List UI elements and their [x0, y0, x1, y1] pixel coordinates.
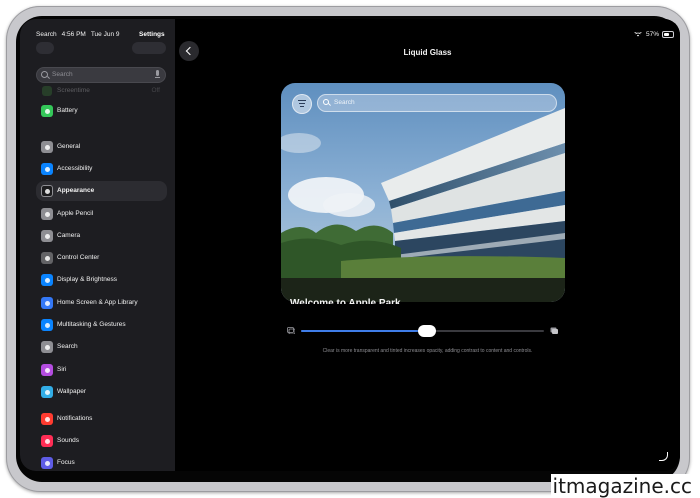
battery-percentage: 57% [645, 31, 659, 39]
focus-icon [41, 457, 53, 469]
edit-button[interactable] [132, 42, 166, 54]
sidebar-item-accessibility[interactable]: Accessibility [36, 159, 167, 179]
sidebar-item-notifications[interactable]: Notifications [36, 409, 167, 429]
sidebar-item-sounds[interactable]: Sounds [36, 431, 167, 451]
accessibility-icon [41, 163, 53, 175]
sidebar-item-label: Home Screen & App Library [57, 299, 138, 306]
search-icon [41, 71, 48, 78]
sidebar-item-label: Accessibility [57, 165, 93, 172]
home-screen-icon [41, 297, 53, 309]
status-time: 4:56 PM [61, 31, 86, 38]
sidebar-item-faded[interactable]: Screentime Off [36, 85, 166, 97]
sidebar-item-label: Apple Pencil [57, 210, 94, 217]
sidebar-item-label: Display & Brightness [57, 276, 117, 283]
sidebar-item-wallpaper[interactable]: Wallpaper [36, 382, 167, 402]
pencil-icon [41, 208, 53, 220]
sidebar-item-label: Search [57, 343, 78, 350]
sidebar-item-label: Battery [57, 107, 78, 114]
multitasking-icon [41, 319, 53, 331]
camera-icon [41, 230, 53, 242]
sidebar-item-value: Off [151, 87, 160, 94]
sidebar-item-focus[interactable]: Focus [36, 453, 167, 471]
sidebar-item-battery[interactable]: Battery [36, 101, 167, 121]
sidebar-item-camera[interactable]: Camera [36, 226, 167, 246]
sidebar-item-label: General [57, 143, 81, 150]
sidebar-search-input[interactable]: Search [36, 67, 166, 83]
detail-pane: Liquid Glass 57% Search Welcome to Apple… [175, 19, 680, 471]
sidebar-item-appearance[interactable]: Appearance [36, 181, 167, 201]
sidebar-item-home-screen-app-library[interactable]: Home Screen & App Library [36, 293, 167, 313]
preview-search-field[interactable]: Search [317, 94, 557, 112]
sidebar-item-label: Wallpaper [57, 388, 87, 395]
status-bar-left: Search 4:56 PM Tue Jun 9 [36, 31, 125, 38]
microphone-icon[interactable] [155, 70, 160, 78]
sidebar-item-label: Multitasking & Gestures [57, 321, 126, 328]
sidebar-toggle-button[interactable] [36, 42, 54, 54]
appearance-icon [41, 185, 53, 197]
sidebar-item-label: Sounds [57, 437, 80, 444]
slider-thumb[interactable] [418, 325, 437, 337]
sidebar-item-display-brightness[interactable]: Display & Brightness [36, 270, 167, 290]
sidebar-item-label: Siri [57, 366, 67, 373]
sounds-icon [41, 435, 53, 447]
sidebar-item-search[interactable]: Search [36, 337, 167, 357]
control-center-icon [41, 252, 53, 264]
sidebar-title: Settings [139, 31, 165, 38]
status-signal: Search [36, 31, 57, 38]
sidebar-top-controls [36, 42, 166, 56]
clear-glass-icon [287, 327, 295, 334]
brightness-icon [41, 274, 53, 286]
page-title: Liquid Glass [403, 48, 452, 57]
wallpaper-icon [41, 386, 53, 398]
sidebar-item-control-center[interactable]: Control Center [36, 248, 167, 268]
battery-icon [662, 31, 674, 38]
sidebar-item-multitasking-gestures[interactable]: Multitasking & Gestures [36, 315, 167, 335]
tinted-glass-icon [550, 327, 558, 334]
settings-sidebar: Search 4:56 PM Tue Jun 9 Settings Search S… [20, 19, 175, 471]
resize-corner-indicator [659, 452, 668, 461]
watermark: itmagazine.cc [550, 474, 694, 498]
sidebar-item-siri[interactable]: Siri [36, 360, 167, 380]
gear-icon [41, 141, 53, 153]
search-icon [41, 341, 53, 353]
slider-description: Clear is more transparent and tinted inc… [322, 348, 533, 354]
siri-icon [41, 364, 53, 376]
sidebar-item-label: Focus [57, 459, 75, 466]
sidebar-item-label: Appearance [57, 187, 95, 194]
status-bar-right: 57% [634, 31, 674, 38]
slider-fill [301, 330, 428, 332]
sidebar-item-label: Control Center [57, 254, 100, 261]
apple-park-photo [281, 83, 565, 302]
sidebar-item-label: Notifications [57, 415, 93, 422]
sidebar-item-general[interactable]: General [36, 137, 167, 157]
wifi-icon [634, 32, 642, 37]
sidebar-item-label: Camera [57, 232, 81, 239]
search-icon [323, 99, 329, 105]
liquid-glass-preview: Search [281, 83, 565, 302]
preview-search-placeholder: Search [334, 99, 355, 106]
filter-button[interactable] [292, 94, 312, 114]
ipad-screen: Search 4:56 PM Tue Jun 9 Settings Search S… [20, 19, 680, 471]
status-date: Tue Jun 9 [90, 31, 120, 38]
screentime-icon [42, 86, 52, 96]
sidebar-item-apple-pencil[interactable]: Apple Pencil [36, 204, 167, 224]
notifications-icon [41, 413, 53, 425]
glass-opacity-slider[interactable] [285, 324, 560, 338]
sidebar-item-label: Screentime [57, 87, 90, 94]
preview-caption: Welcome to Apple Park [290, 298, 401, 304]
battery-icon [41, 105, 53, 117]
search-placeholder: Search [52, 71, 73, 78]
